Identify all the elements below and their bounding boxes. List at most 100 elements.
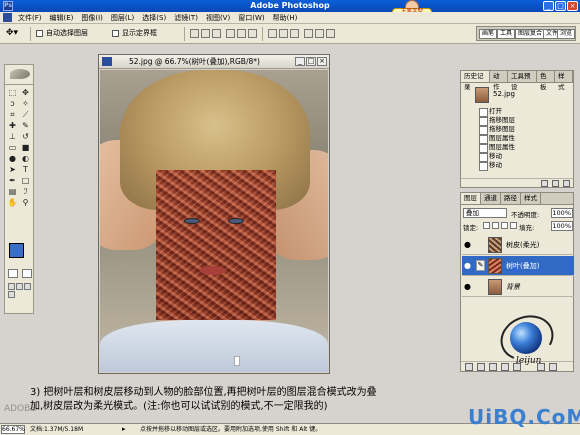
maximize-button[interactable]: □ [555,1,566,11]
gradient-tool-icon[interactable]: ■ [19,142,32,153]
distribute-center-icon[interactable] [315,29,324,38]
full-screen-menu-icon[interactable] [16,283,23,290]
history-brush-tool-icon[interactable]: ↺ [19,131,32,142]
menu-view[interactable]: 视图(V) [202,12,234,24]
clone-stamp-tool-icon[interactable]: ⊥ [6,131,19,142]
path-selection-tool-icon[interactable]: ➤ [6,164,19,175]
show-bounds-checkbox[interactable] [112,30,119,37]
history-item[interactable]: 移动 [477,152,573,162]
menu-select[interactable]: 选择(S) [138,12,170,24]
align-center-icon[interactable] [237,29,246,38]
doc-minimize-button[interactable]: _ [295,57,305,66]
menu-window[interactable]: 窗口(W) [234,12,268,24]
history-item[interactable]: 图层属性 [477,134,573,144]
brush-tool-icon[interactable]: ✎ [19,120,32,131]
history-snapshot[interactable]: 52.jpg [463,86,573,104]
history-item[interactable]: 拖移图层 [477,125,573,135]
lock-transparency-icon[interactable] [483,222,490,229]
move-tool-preset-icon[interactable]: ✥▾ [6,27,26,40]
menu-image[interactable]: 图像(I) [77,12,107,24]
well-tab-layer-comps[interactable]: 图层复合 [515,29,546,39]
move-tool-icon[interactable]: ✥ [19,87,32,98]
quick-mask-mode-icon[interactable] [22,269,32,278]
align-middle-icon[interactable] [201,29,210,38]
menu-edit[interactable]: 编辑(E) [46,12,78,24]
standard-screen-icon[interactable] [8,283,15,290]
align-left-icon[interactable] [226,29,235,38]
tab-layer-styles[interactable]: 样式 [521,193,541,204]
eyedropper-tool-icon[interactable]: ℐ [19,186,32,197]
doc-close-button[interactable]: × [317,57,327,66]
status-menu-arrow-icon[interactable]: ▸ [122,425,126,434]
foreground-color-swatch[interactable] [9,243,24,258]
opacity-input[interactable]: 100% [551,208,573,218]
zoom-field[interactable]: 66.67% [1,425,25,434]
imageready-jump-icon[interactable] [8,291,15,298]
align-right-icon[interactable] [248,29,257,38]
tab-layers[interactable]: 图层 [461,193,481,204]
distribute-left-icon[interactable] [304,29,313,38]
add-mask-icon[interactable] [489,363,497,371]
healing-brush-tool-icon[interactable]: ✚ [6,120,19,131]
auto-select-checkbox[interactable] [36,30,43,37]
shape-tool-icon[interactable]: □ [19,175,32,186]
visibility-eye-icon[interactable]: ● [464,262,471,270]
menu-filter[interactable]: 滤镜(T) [170,12,202,24]
hand-tool-icon[interactable]: ✋ [6,197,19,208]
lock-pixels-icon[interactable] [492,222,499,229]
zoom-tool-icon[interactable]: ⚲ [19,197,32,208]
history-item[interactable]: 图层属性 [477,143,573,153]
delete-icon[interactable] [563,180,570,187]
toolbox-header[interactable] [5,65,33,85]
history-item[interactable]: 打开 [477,107,573,117]
lock-all-icon[interactable] [510,222,517,229]
distribute-bottom-icon[interactable] [290,29,299,38]
tab-styles[interactable]: 样式 [555,71,573,91]
new-snapshot-icon[interactable] [552,180,559,187]
layer-row[interactable]: ● 背景 [462,277,574,297]
tab-paths[interactable]: 路径 [501,193,521,204]
notes-tool-icon[interactable]: ▤ [6,186,19,197]
menu-help[interactable]: 帮助(H) [269,12,302,24]
layer-style-icon[interactable] [477,363,485,371]
history-item[interactable]: 拖移图层 [477,116,573,126]
distribute-top-icon[interactable] [268,29,277,38]
distribute-middle-icon[interactable] [279,29,288,38]
full-screen-icon[interactable] [24,283,31,290]
minimize-button[interactable]: _ [543,1,554,11]
marquee-tool-icon[interactable]: ⬚ [6,87,19,98]
lock-position-icon[interactable] [501,222,508,229]
distribute-right-icon[interactable] [326,29,335,38]
new-document-icon[interactable] [541,180,548,187]
well-tab-brushes[interactable]: 画笔 [479,29,498,39]
standard-mode-icon[interactable] [8,269,18,278]
history-item[interactable]: 移动 [477,161,573,171]
tab-tool-presets[interactable]: 工具预设 [508,71,537,91]
align-bottom-icon[interactable] [212,29,221,38]
canvas-image[interactable] [100,70,328,372]
type-tool-icon[interactable]: T [19,164,32,175]
eraser-tool-icon[interactable]: ▭ [6,142,19,153]
magic-wand-tool-icon[interactable]: ✧ [19,98,32,109]
tab-history[interactable]: 历史记录 [461,71,490,91]
doc-maximize-button[interactable]: □ [306,57,316,66]
tab-swatches[interactable]: 色板 [537,71,555,91]
slice-tool-icon[interactable]: ⟋ [19,109,32,120]
layer-row[interactable]: ● ✎ 树叶(叠加) [462,256,574,276]
menu-file[interactable]: 文件(F) [14,12,46,24]
dodge-tool-icon[interactable]: ◐ [19,153,32,164]
well-tab-tools[interactable]: 工具 [497,29,516,39]
layer-row[interactable]: ● 树皮(柔光) [462,235,574,255]
menu-layer[interactable]: 图层(L) [107,12,138,24]
visibility-eye-icon[interactable]: ● [464,241,471,249]
tab-channels[interactable]: 通道 [481,193,501,204]
tab-actions[interactable]: 动作 [490,71,508,91]
document-info[interactable]: 文档:1.37M/5.18M [30,425,83,434]
blend-mode-select[interactable]: 叠加 [463,208,507,218]
crop-tool-icon[interactable]: ⌗ [6,109,19,120]
close-button[interactable]: × [567,1,578,11]
pen-tool-icon[interactable]: ✒ [6,175,19,186]
blur-tool-icon[interactable]: ● [6,153,19,164]
link-layers-icon[interactable] [465,363,473,371]
well-tab-browser[interactable]: 浏览 [557,29,575,39]
